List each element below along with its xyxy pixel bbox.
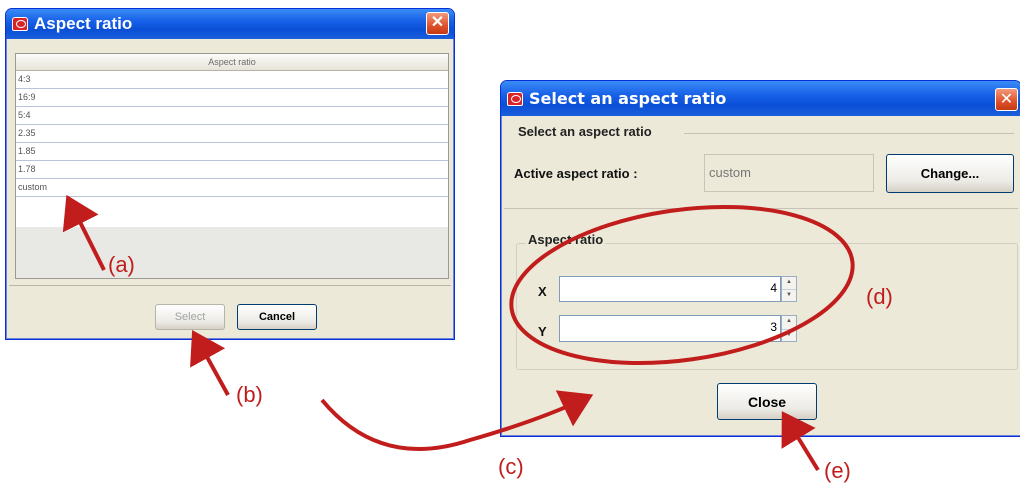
arrow-e	[781, 411, 820, 472]
annotation-overlay	[62, 194, 855, 472]
annotation-b: (b)	[236, 382, 263, 407]
arrow-c	[320, 390, 594, 451]
annotation-c: (c)	[498, 454, 524, 479]
annotation-a: (a)	[108, 252, 135, 277]
annotation-d: (d)	[866, 284, 893, 309]
highlight-ellipse-d	[509, 204, 855, 366]
annotation-e: (e)	[824, 458, 851, 483]
arrow-b	[190, 329, 230, 396]
arrow-a	[62, 194, 106, 271]
